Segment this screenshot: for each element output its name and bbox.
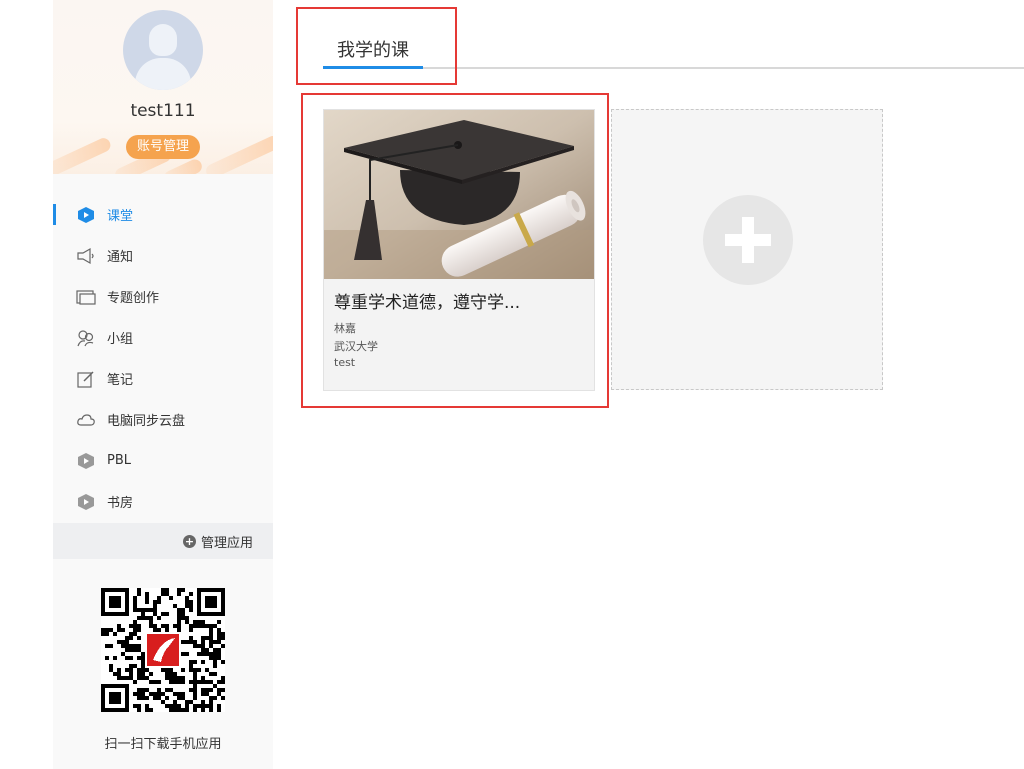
sidebar-item-label: 专题创作 bbox=[107, 291, 160, 306]
sidebar-item-label: PBL bbox=[107, 453, 132, 468]
sidebar-item-group[interactable]: 小组 bbox=[53, 317, 273, 358]
manage-apps-label: 管理应用 bbox=[200, 535, 253, 551]
sidebar-item-label: 笔记 bbox=[107, 373, 134, 388]
account-manage-button[interactable]: 账号管理 bbox=[126, 135, 200, 159]
qr-caption: 扫一扫下载手机应用 bbox=[104, 737, 222, 752]
sidebar-item-classroom[interactable]: 课堂 bbox=[53, 194, 273, 235]
speaker-icon bbox=[76, 246, 96, 266]
sidebar-item-label: 小组 bbox=[107, 332, 134, 347]
avatar[interactable] bbox=[123, 10, 203, 90]
classroom-icon bbox=[76, 205, 96, 225]
profile-panel: test111 账号管理 bbox=[53, 0, 273, 174]
add-circle-icon: + bbox=[182, 534, 196, 548]
sidebar-item-label: 课堂 bbox=[107, 209, 134, 224]
sidebar-item-label: 通知 bbox=[107, 250, 134, 265]
sidebar-menu: 课堂 通知 专题创作 小组 笔记 电脑同步云盘 PBL 书房 bbox=[53, 194, 273, 522]
highlight-box-tab bbox=[296, 7, 457, 85]
cloud-icon bbox=[76, 410, 96, 430]
pbl-icon bbox=[76, 451, 96, 471]
note-edit-icon bbox=[76, 369, 96, 389]
sidebar-item-label: 电脑同步云盘 bbox=[107, 414, 186, 429]
study-room-icon bbox=[76, 492, 96, 512]
add-plus-icon bbox=[703, 195, 793, 285]
add-course-card[interactable] bbox=[611, 109, 883, 390]
sidebar-item-cloud[interactable]: 电脑同步云盘 bbox=[53, 399, 273, 440]
sidebar-item-pbl[interactable]: PBL bbox=[53, 440, 273, 481]
username: test111 bbox=[130, 101, 196, 121]
sidebar-item-notes[interactable]: 笔记 bbox=[53, 358, 273, 399]
window-icon bbox=[76, 287, 96, 307]
sidebar-item-notice[interactable]: 通知 bbox=[53, 235, 273, 276]
manage-apps-button[interactable]: + 管理应用 bbox=[53, 523, 273, 559]
sidebar-item-label: 书房 bbox=[107, 496, 134, 511]
group-icon bbox=[76, 328, 96, 348]
sidebar: test111 账号管理 课堂 通知 专题创作 小组 笔记 电脑同步云盘 PBL… bbox=[53, 0, 273, 769]
highlight-box-course bbox=[301, 93, 609, 408]
sidebar-item-study[interactable]: 书房 bbox=[53, 481, 273, 522]
qr-code bbox=[101, 588, 225, 712]
sidebar-item-topic[interactable]: 专题创作 bbox=[53, 276, 273, 317]
page: test111 账号管理 课堂 通知 专题创作 小组 笔记 电脑同步云盘 PBL… bbox=[0, 0, 1024, 769]
